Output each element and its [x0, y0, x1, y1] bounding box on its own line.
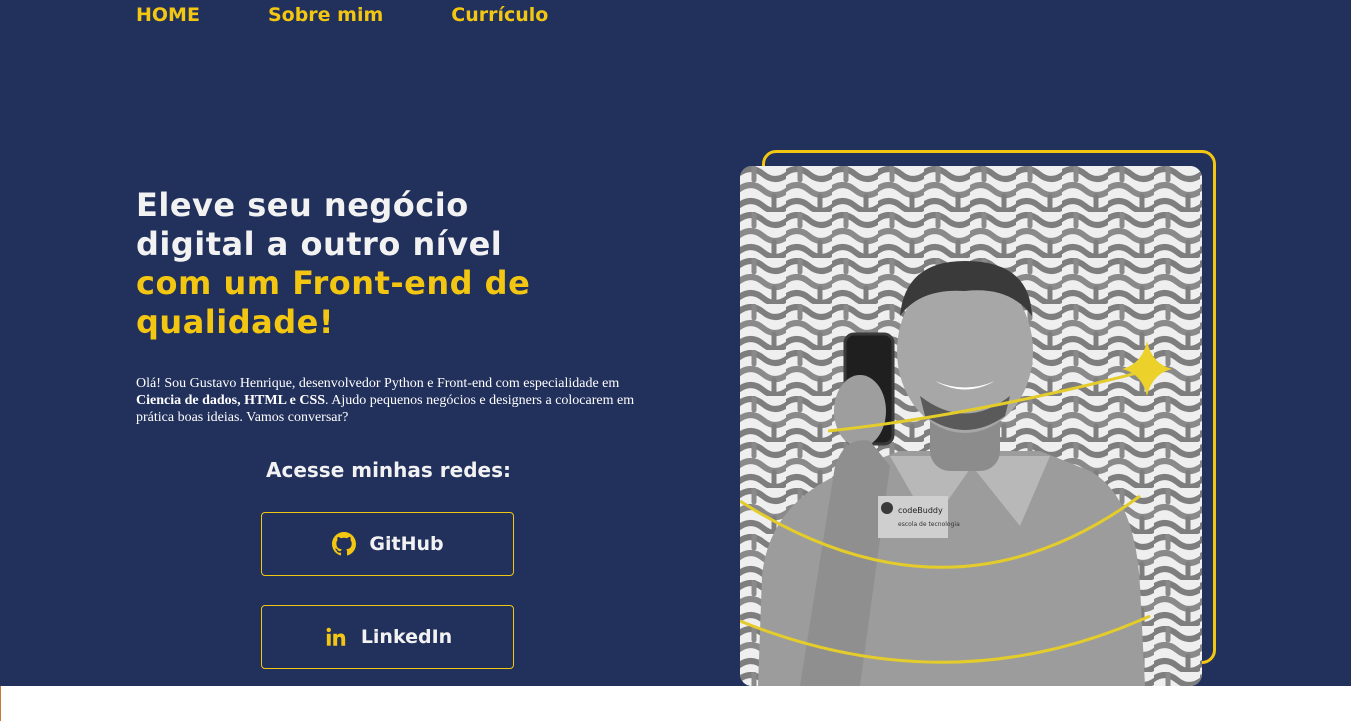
hero-section: HOME Sobre mim Currículo Eleve seu negóc…	[0, 0, 1351, 686]
hero-title-highlight-2: qualidade!	[136, 303, 334, 341]
linkedin-icon	[323, 624, 349, 650]
nav-home[interactable]: HOME	[136, 4, 200, 26]
shirt-brand-text: codeBuddy	[898, 506, 943, 515]
hero-intro: Olá! Sou Gustavo Henrique, desenvolvedor…	[136, 375, 646, 426]
hero-title: Eleve seu negócio digital a outro nível …	[136, 186, 530, 342]
github-button[interactable]: GitHub	[261, 512, 514, 576]
networks-title: Acesse minhas redes:	[266, 458, 511, 482]
shirt-tagline-text: escola de tecnologia	[898, 521, 960, 528]
intro-skills: Ciencia de dados, HTML e CSS	[136, 393, 326, 408]
hero-title-line-2: digital a outro nível	[136, 225, 503, 263]
linkedin-button[interactable]: LinkedIn	[261, 605, 514, 669]
hero-title-line-1: Eleve seu negócio	[136, 186, 469, 224]
intro-text-1: Olá! Sou Gustavo Henrique, desenvolvedor…	[136, 376, 620, 391]
github-icon	[331, 531, 357, 557]
main-nav: HOME Sobre mim Currículo	[136, 4, 616, 26]
nav-curriculo[interactable]: Currículo	[451, 4, 548, 26]
profile-photo: codeBuddy escola de tecnologia	[740, 166, 1202, 686]
nav-sobre-mim[interactable]: Sobre mim	[268, 4, 383, 26]
github-button-label: GitHub	[369, 533, 444, 555]
linkedin-button-label: LinkedIn	[360, 626, 453, 648]
hero-title-highlight-1: com um Front-end de	[136, 264, 531, 302]
